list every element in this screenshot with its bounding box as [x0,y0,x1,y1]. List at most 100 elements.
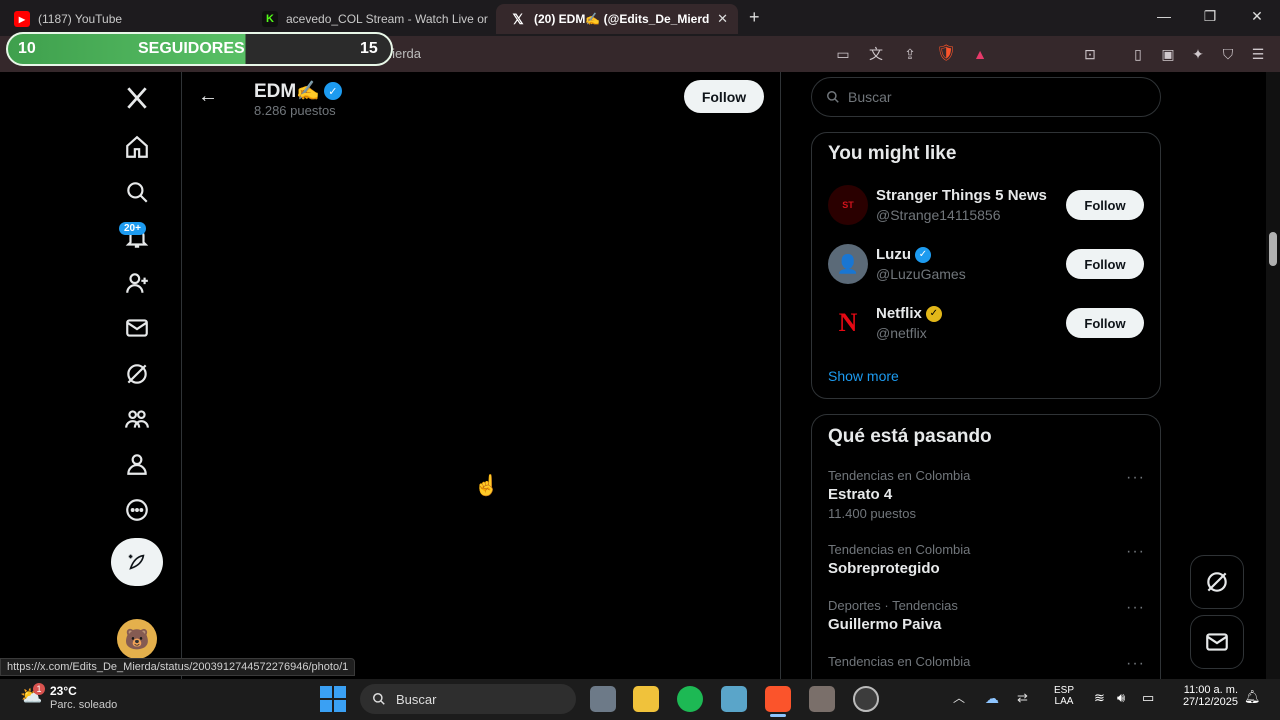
follow-button[interactable]: Follow [1066,249,1144,279]
brave-shields-icon[interactable]: 🛡 [936,45,956,63]
brave-icon[interactable] [765,686,791,712]
task-view-icon[interactable] [590,686,616,712]
grok-icon [1207,572,1227,592]
clock[interactable]: 11:00 a. m. 27/12/2025 [1176,684,1238,708]
explore-icon[interactable] [117,172,157,212]
lang-bottom: LAA [1054,696,1074,707]
wifi-icon[interactable]: ≋ [1094,690,1105,706]
back-arrow-icon[interactable]: ← [198,85,218,108]
vpn-icon[interactable]: ⛉ [1218,45,1238,63]
goal-label: SEGUIDORES [138,40,245,57]
trend-name[interactable]: Estrato 4 [828,486,892,503]
profile-icon[interactable] [117,444,157,484]
scrollbar-thumb[interactable] [1269,232,1277,266]
sidebar-toggle-icon[interactable]: ▯ [1128,45,1148,63]
spotify-icon[interactable] [677,686,703,712]
grok-icon[interactable] [117,354,157,394]
trend-more-icon[interactable]: ··· [1126,655,1145,673]
weather-temp[interactable]: 23°C [50,684,77,698]
suggest-handle: @LuzuGames [876,266,966,282]
suggest-name[interactable]: Stranger Things 5 News [876,187,1047,204]
windows-start-icon[interactable] [320,686,346,712]
taskbar-search[interactable]: Buscar [360,684,576,714]
tab-kick[interactable]: K acevedo_COL Stream - Watch Live or [248,4,496,34]
search-input[interactable]: Buscar [811,77,1161,117]
network-share-icon[interactable]: ⇄ [1017,690,1028,706]
messages-icon[interactable] [117,308,157,348]
trend-more-icon[interactable]: ··· [1126,469,1145,487]
trend-name[interactable]: Sobreprotegido [828,560,940,577]
compose-icon [128,554,145,570]
tab-youtube[interactable]: ▶ (1187) YouTube [0,4,248,34]
tray-expand-icon[interactable]: ︿ [953,689,965,706]
tab-title: acevedo_COL Stream - Watch Live or [286,12,488,26]
stranger-things-avatar[interactable]: ST [828,185,868,225]
leo-ai-icon[interactable]: ✦ [1188,45,1208,63]
suggest-name[interactable]: Netflix [876,305,922,322]
wallet-icon[interactable]: ▣ [1158,45,1178,63]
netflix-logo-icon[interactable]: N [828,303,868,343]
profile-name-row: EDM✍️ ✓ [254,79,342,103]
suggest-name-row: Luzu ✓ [876,246,931,263]
hand-cursor-icon: ☝ [474,475,499,497]
grok-float-button[interactable] [1190,555,1244,609]
screenshot-icon[interactable]: ⊡ [1080,45,1100,63]
search-placeholder: Buscar [848,89,892,105]
close-window-icon[interactable]: ✕ [1247,8,1267,25]
volume-icon[interactable]: 🔊︎ [1117,690,1125,706]
scrollbar-track[interactable] [1266,72,1280,679]
youtube-icon: ▶ [14,11,30,27]
follow-button[interactable]: Follow [1066,308,1144,338]
trend-more-icon[interactable]: ··· [1126,543,1145,561]
trend-context: Tendencias en Colombia [828,542,971,557]
follow-button[interactable]: Follow [1066,190,1144,220]
account-avatar[interactable]: 🐻 [117,619,157,659]
suggest-handle: @netflix [876,325,927,341]
home-icon[interactable] [117,127,157,167]
weather-desc: Parc. soleado [50,699,118,711]
messages-float-button[interactable] [1190,615,1244,669]
suggest-name[interactable]: Luzu [876,246,911,263]
trend-more-icon[interactable]: ··· [1126,599,1145,617]
tab-x-active[interactable]: 𝕏 (20) EDM✍️ (@Edits_De_Mierda ✕ [496,4,738,34]
status-url: https://x.com/Edits_De_Mierda/status/200… [0,658,356,676]
game-app-icon[interactable] [809,686,835,712]
post-count: 8.286 puestos [254,103,336,118]
suggest-name-row: Netflix ✓ [876,305,942,322]
weather-badge: 1 [33,683,45,695]
battery-icon[interactable]: ▭ [1142,690,1154,706]
trend-name[interactable]: Guillermo Paiva [828,616,941,633]
install-app-icon[interactable]: ▭ [833,45,853,63]
close-tab-icon[interactable]: ✕ [717,11,728,27]
x-logo-icon[interactable] [117,78,157,118]
translate-icon[interactable]: 文 [866,45,886,63]
chrome-icon[interactable] [853,686,879,712]
notification-bell-icon[interactable]: 🔔︎ [1244,689,1261,705]
menu-icon[interactable]: ☰ [1248,45,1268,63]
maximize-icon[interactable]: ❐ [1200,8,1220,25]
lang-top: ESP [1054,685,1075,696]
follow-icon[interactable] [117,263,157,303]
minimize-icon[interactable]: — [1154,8,1174,24]
search-icon [827,91,839,103]
onedrive-icon[interactable]: ☁ [985,690,999,707]
communities-icon[interactable] [117,399,157,439]
brave-rewards-icon[interactable]: ▲ [970,45,990,63]
trend-context: Tendencias en Colombia [828,468,971,483]
luzu-avatar[interactable]: 👤 [828,244,868,284]
app-icon[interactable] [721,686,747,712]
file-explorer-icon[interactable] [633,686,659,712]
post-button[interactable] [111,538,163,586]
trending-title: Qué está pasando [828,426,992,447]
trend-context: Tendencias en Colombia [828,654,971,669]
follow-profile-button[interactable]: Follow [684,80,764,113]
show-more-link[interactable]: Show more [828,368,899,384]
profile-name: EDM✍️ [254,81,320,102]
gold-verified-badge-icon: ✓ [925,305,942,322]
new-tab-button[interactable]: + [749,7,760,28]
share-icon[interactable]: ⇪ [900,45,920,63]
more-icon[interactable] [117,490,157,530]
trend-context: Deportes · Tendencias [828,598,958,613]
language-indicator[interactable]: ESP LAA [1054,685,1074,707]
tab-title: (20) EDM✍️ (@Edits_De_Mierda [534,12,709,26]
